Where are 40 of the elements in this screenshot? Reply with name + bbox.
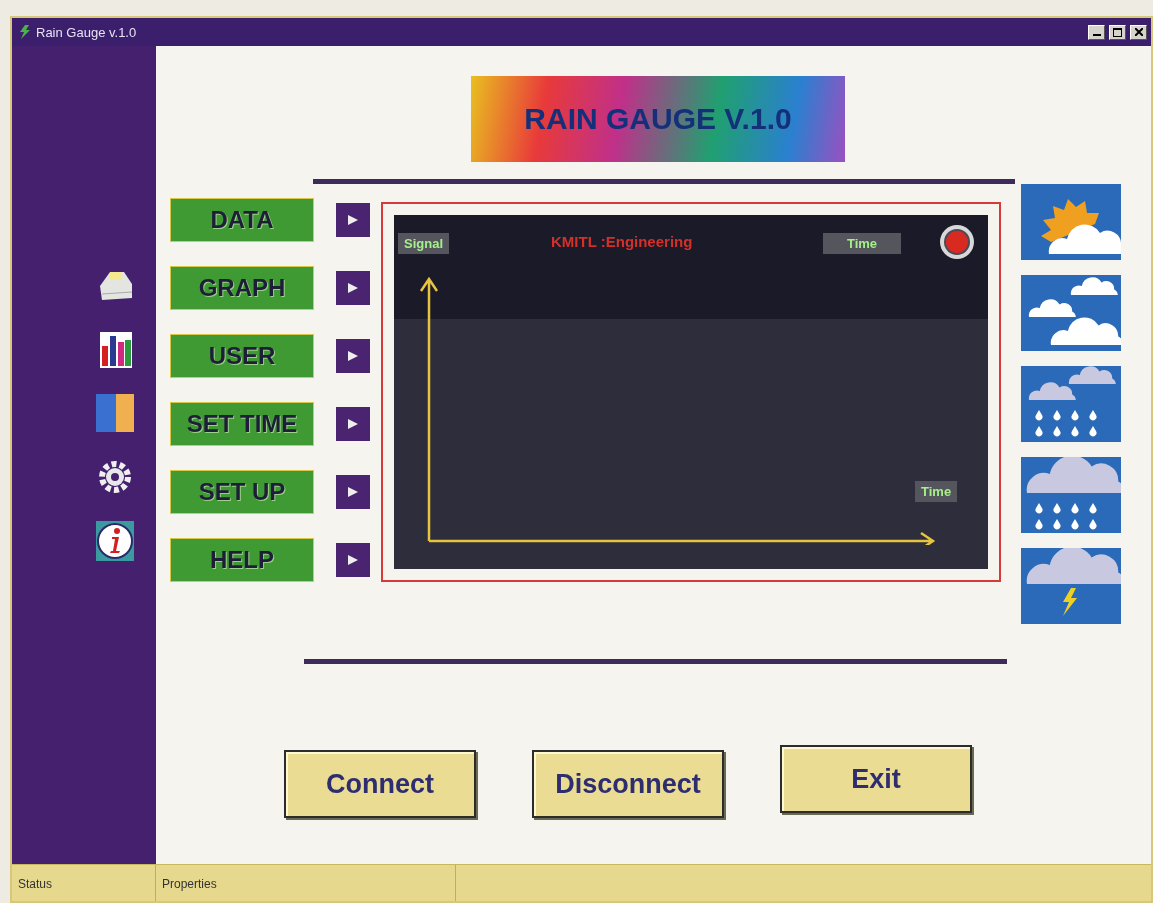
play-icon xyxy=(347,554,359,566)
graph-title: KMITL :Engineering xyxy=(551,233,693,250)
axis-label: Time xyxy=(915,481,958,502)
play-button[interactable] xyxy=(336,407,370,441)
play-icon xyxy=(347,214,359,226)
minimize-button[interactable] xyxy=(1088,24,1105,40)
sun-cloud-icon[interactable] xyxy=(1021,184,1121,260)
rain-icon[interactable] xyxy=(1021,366,1121,442)
maximize-icon xyxy=(1113,27,1122,37)
play-icon xyxy=(347,418,359,430)
menu-button[interactable]: SET UP xyxy=(170,470,314,514)
play-button[interactable] xyxy=(336,339,370,373)
menu-button[interactable]: SET TIME xyxy=(170,402,314,446)
close-button[interactable] xyxy=(1130,24,1147,40)
menu-button[interactable]: USER xyxy=(170,334,314,378)
thunderstorm-icon[interactable] xyxy=(1021,548,1121,624)
action-button[interactable]: Disconnect xyxy=(532,750,724,818)
play-button[interactable] xyxy=(336,475,370,509)
clouds-icon[interactable] xyxy=(1021,275,1121,351)
action-button[interactable]: Connect xyxy=(284,750,476,818)
play-button[interactable] xyxy=(336,203,370,237)
play-button[interactable] xyxy=(336,271,370,305)
axis-label: Time xyxy=(823,233,901,254)
window-title: Rain Gauge v.1.0 xyxy=(36,24,138,40)
close-icon xyxy=(1134,28,1143,36)
status-text: Status xyxy=(12,865,156,901)
axis-label: Signal xyxy=(398,233,449,254)
menu-button[interactable]: HELP xyxy=(170,538,314,582)
menu-button[interactable]: DATA xyxy=(170,198,314,242)
action-button[interactable]: Exit xyxy=(780,745,972,813)
play-button[interactable] xyxy=(336,543,370,577)
play-icon xyxy=(347,486,359,498)
play-icon xyxy=(347,282,359,294)
record-indicator-icon xyxy=(937,222,977,262)
play-icon xyxy=(347,350,359,362)
menu-button[interactable]: GRAPH xyxy=(170,266,314,310)
status-text: Properties xyxy=(156,865,456,901)
maximize-button[interactable] xyxy=(1109,24,1126,40)
app-icon xyxy=(18,24,32,40)
heavy-rain-icon[interactable] xyxy=(1021,457,1121,533)
